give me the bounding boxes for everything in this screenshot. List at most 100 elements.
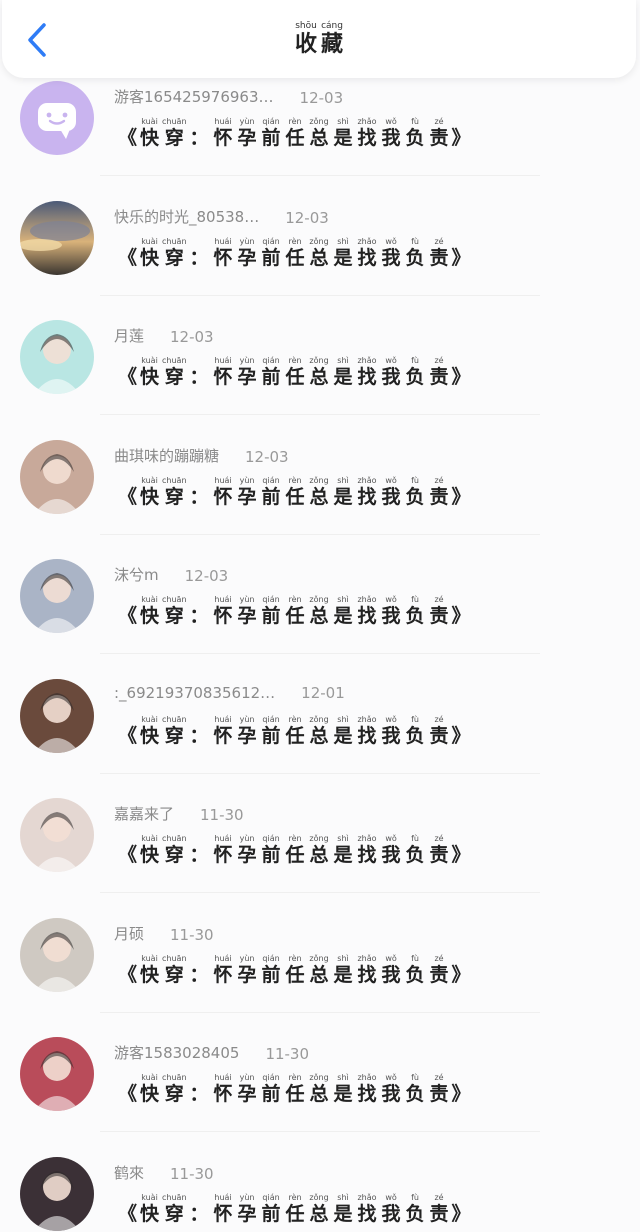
list-item[interactable]: 游客1583028405 11-30 《 kuài 快 chuān 穿： huái 怀 yùn 孕 q…: [0, 1034, 640, 1154]
hanzi: 找: [357, 366, 377, 388]
book-title-char: zǒng 总: [308, 237, 331, 268]
book-title-char: qián 前: [260, 596, 283, 626]
hanzi: 孕: [237, 485, 257, 508]
book-title-char: zǒng 总: [308, 715, 331, 746]
book-title-char: zhǎo 找: [356, 835, 379, 865]
hanzi: 孕: [237, 127, 257, 149]
list-item[interactable]: 鹤來 11-30 《 kuài 快 chuān 穿： huái 怀 yùn 孕 qián 前 rèn 任 zǒ…: [0, 1154, 640, 1232]
hanzi: 负: [405, 485, 425, 508]
timestamp: 12-03: [170, 328, 214, 346]
book-title-char: kuài 快: [138, 954, 161, 985]
hanzi: 前: [261, 963, 281, 986]
book-title-link[interactable]: 《 kuài 快 chuān 穿： huái 怀 yùn 孕 qián 前 rèn 任 zǒng 总 shì 是…: [118, 237, 471, 269]
item-meta: 嘉嘉来了 11-30: [114, 803, 244, 824]
timestamp: 11-30: [200, 806, 244, 824]
book-title-char: yùn 孕: [236, 357, 259, 387]
book-title-char: qián 前: [260, 954, 283, 986]
book-title-char: wǒ 我: [380, 715, 403, 746]
book-title-link[interactable]: 《 kuài 快 chuān 穿： huái 怀 yùn 孕 qián 前 rèn 任 zǒng 总 shì 是…: [118, 715, 471, 747]
avatar[interactable]: [20, 81, 94, 155]
hanzi: 怀: [213, 485, 233, 508]
book-title-char: rèn 任: [284, 1074, 307, 1104]
hanzi: 负: [405, 724, 425, 747]
avatar[interactable]: [20, 917, 94, 992]
book-title-link[interactable]: 《 kuài 快 chuān 穿： huái 怀 yùn 孕 qián 前 rèn 任 zǒng 总 shì 是…: [118, 118, 471, 148]
book-title-char: zǒng 总: [308, 596, 331, 626]
list-item[interactable]: 快乐的时光_80538… 12-03 《 kuài 快 chuān 穿： huái 怀 yùn 孕 q…: [0, 198, 640, 318]
hanzi: 前: [261, 844, 281, 866]
hanzi: 是: [333, 963, 353, 986]
book-title-char: ：: [188, 1074, 211, 1104]
list-item[interactable]: 月莲 12-03 《 kuài 快 chuān 穿： huái 怀 yùn 孕 qián 前 rèn 任 zǒ…: [0, 317, 640, 437]
book-title-char: chuān 穿: [162, 1193, 187, 1224]
hanzi: 我: [381, 963, 401, 986]
book-title-char: chuān 穿: [162, 357, 187, 387]
hanzi: 前: [261, 246, 281, 269]
book-title-char: chuān 穿: [162, 118, 187, 148]
hanzi: 我: [381, 127, 401, 149]
item-meta: 月硕 11-30: [114, 923, 214, 944]
book-title-char: qián 前: [260, 476, 283, 507]
book-title-char: zǒng 总: [308, 835, 331, 865]
book-title-char: zǒng 总: [308, 357, 331, 387]
hanzi: 任: [285, 1083, 305, 1105]
book-title-char: ：: [188, 716, 211, 746]
hanzi: 任: [285, 1202, 305, 1225]
avatar[interactable]: [20, 798, 94, 872]
list-item[interactable]: 嘉嘉来了 11-30 《 kuài 快 chuān 穿： huái 怀 yùn 孕 qián 前 rèn 任…: [0, 795, 640, 915]
hanzi: 前: [261, 366, 281, 388]
avatar[interactable]: [20, 559, 94, 633]
book-title-char: yùn 孕: [236, 596, 259, 626]
title-bracket-open: 《: [118, 963, 138, 986]
book-title-link[interactable]: 《 kuài 快 chuān 穿： huái 怀 yùn 孕 qián 前 rèn 任 zǒng 总 shì 是…: [118, 596, 471, 626]
favorites-page: shōu 收 cáng 藏 游客165425976963… 12-03 《 kuài 快…: [0, 0, 640, 1232]
title-bracket-open: 《: [118, 724, 138, 747]
book-title-char: rèn 任: [284, 237, 307, 268]
book-title-char: zhǎo 找: [356, 1074, 379, 1104]
book-title-link[interactable]: 《 kuài 快 chuān 穿： huái 怀 yùn 孕 qián 前 rèn 任 zǒng 总 shì 是…: [118, 357, 471, 387]
book-title-char: yùn 孕: [236, 954, 259, 985]
book-title-char: kuài 快: [138, 1193, 161, 1224]
book-title-link[interactable]: 《 kuài 快 chuān 穿： huái 怀 yùn 孕 qián 前 rèn 任 zǒng 总 shì 是…: [118, 1193, 471, 1225]
book-title-char: zé 责: [428, 954, 451, 986]
book-title-link[interactable]: 《 kuài 快 chuān 穿： huái 怀 yùn 孕 qián 前 rèn 任 zǒng 总 shì 是…: [118, 476, 471, 508]
book-title-link[interactable]: 《 kuài 快 chuān 穿： huái 怀 yùn 孕 qián 前 rèn 任 zǒng 总 shì 是…: [118, 835, 471, 865]
book-title-char: ：: [188, 477, 211, 507]
book-title-char: yùn 孕: [236, 118, 259, 148]
book-title-link[interactable]: 《 kuài 快 chuān 穿： huái 怀 yùn 孕 qián 前 rèn 任 zǒng 总 shì 是…: [118, 1074, 471, 1104]
hanzi: 快: [140, 605, 160, 627]
hanzi: 我: [381, 246, 401, 269]
list-item[interactable]: :_69219370835612… 12-01 《 kuài 快 chuān 穿： huái 怀…: [0, 676, 640, 796]
avatar[interactable]: [20, 1156, 94, 1231]
list-item[interactable]: 曲琪味的蹦蹦糖 12-03 《 kuài 快 chuān 穿： huái 怀 yùn 孕 qián 前 r…: [0, 437, 640, 557]
avatar[interactable]: [20, 200, 94, 275]
avatar[interactable]: [20, 439, 94, 514]
timestamp: 11-30: [265, 1045, 310, 1063]
book-title-char: zé 责: [428, 118, 451, 148]
avatar[interactable]: [20, 320, 94, 394]
hanzi: 任: [285, 366, 305, 388]
list-item[interactable]: 游客165425976963… 12-03 《 kuài 快 chuān 穿： huái 怀 yù…: [0, 78, 640, 198]
book-title-char: rèn 任: [284, 357, 307, 387]
book-title-char: wǒ 我: [380, 1193, 403, 1224]
hanzi: 快: [140, 127, 160, 149]
hanzi: 怀: [213, 127, 233, 149]
book-title-char: shì 是: [332, 715, 355, 746]
hanzi: 责: [429, 605, 449, 627]
avatar[interactable]: [20, 678, 94, 753]
book-title-char: chuān 穿: [162, 237, 187, 268]
book-title-char: shì 是: [332, 954, 355, 986]
list-item[interactable]: 月硕 11-30 《 kuài 快 chuān 穿： huái 怀 yùn 孕 qián 前 rèn 任 zǒ…: [0, 915, 640, 1035]
title-bracket-open: 《: [118, 844, 138, 866]
book-title-char: kuài 快: [138, 237, 161, 268]
book-title-char: kuài 快: [138, 476, 161, 507]
book-title-link[interactable]: 《 kuài 快 chuān 穿： huái 怀 yùn 孕 qián 前 rèn 任 zǒng 总 shì 是…: [118, 954, 471, 986]
item-meta: 月莲 12-03: [114, 325, 214, 346]
avatar[interactable]: [20, 1037, 94, 1111]
hanzi: 负: [405, 246, 425, 269]
hanzi: 责: [429, 963, 449, 986]
hanzi: ：: [189, 963, 209, 986]
user-name: 曲琪味的蹦蹦糖: [114, 446, 220, 465]
list-item[interactable]: 沫兮m 12-03 《 kuài 快 chuān 穿： huái 怀 yùn 孕 qián 前 rèn 任 z…: [0, 556, 640, 676]
book-title-char: ：: [188, 357, 211, 387]
